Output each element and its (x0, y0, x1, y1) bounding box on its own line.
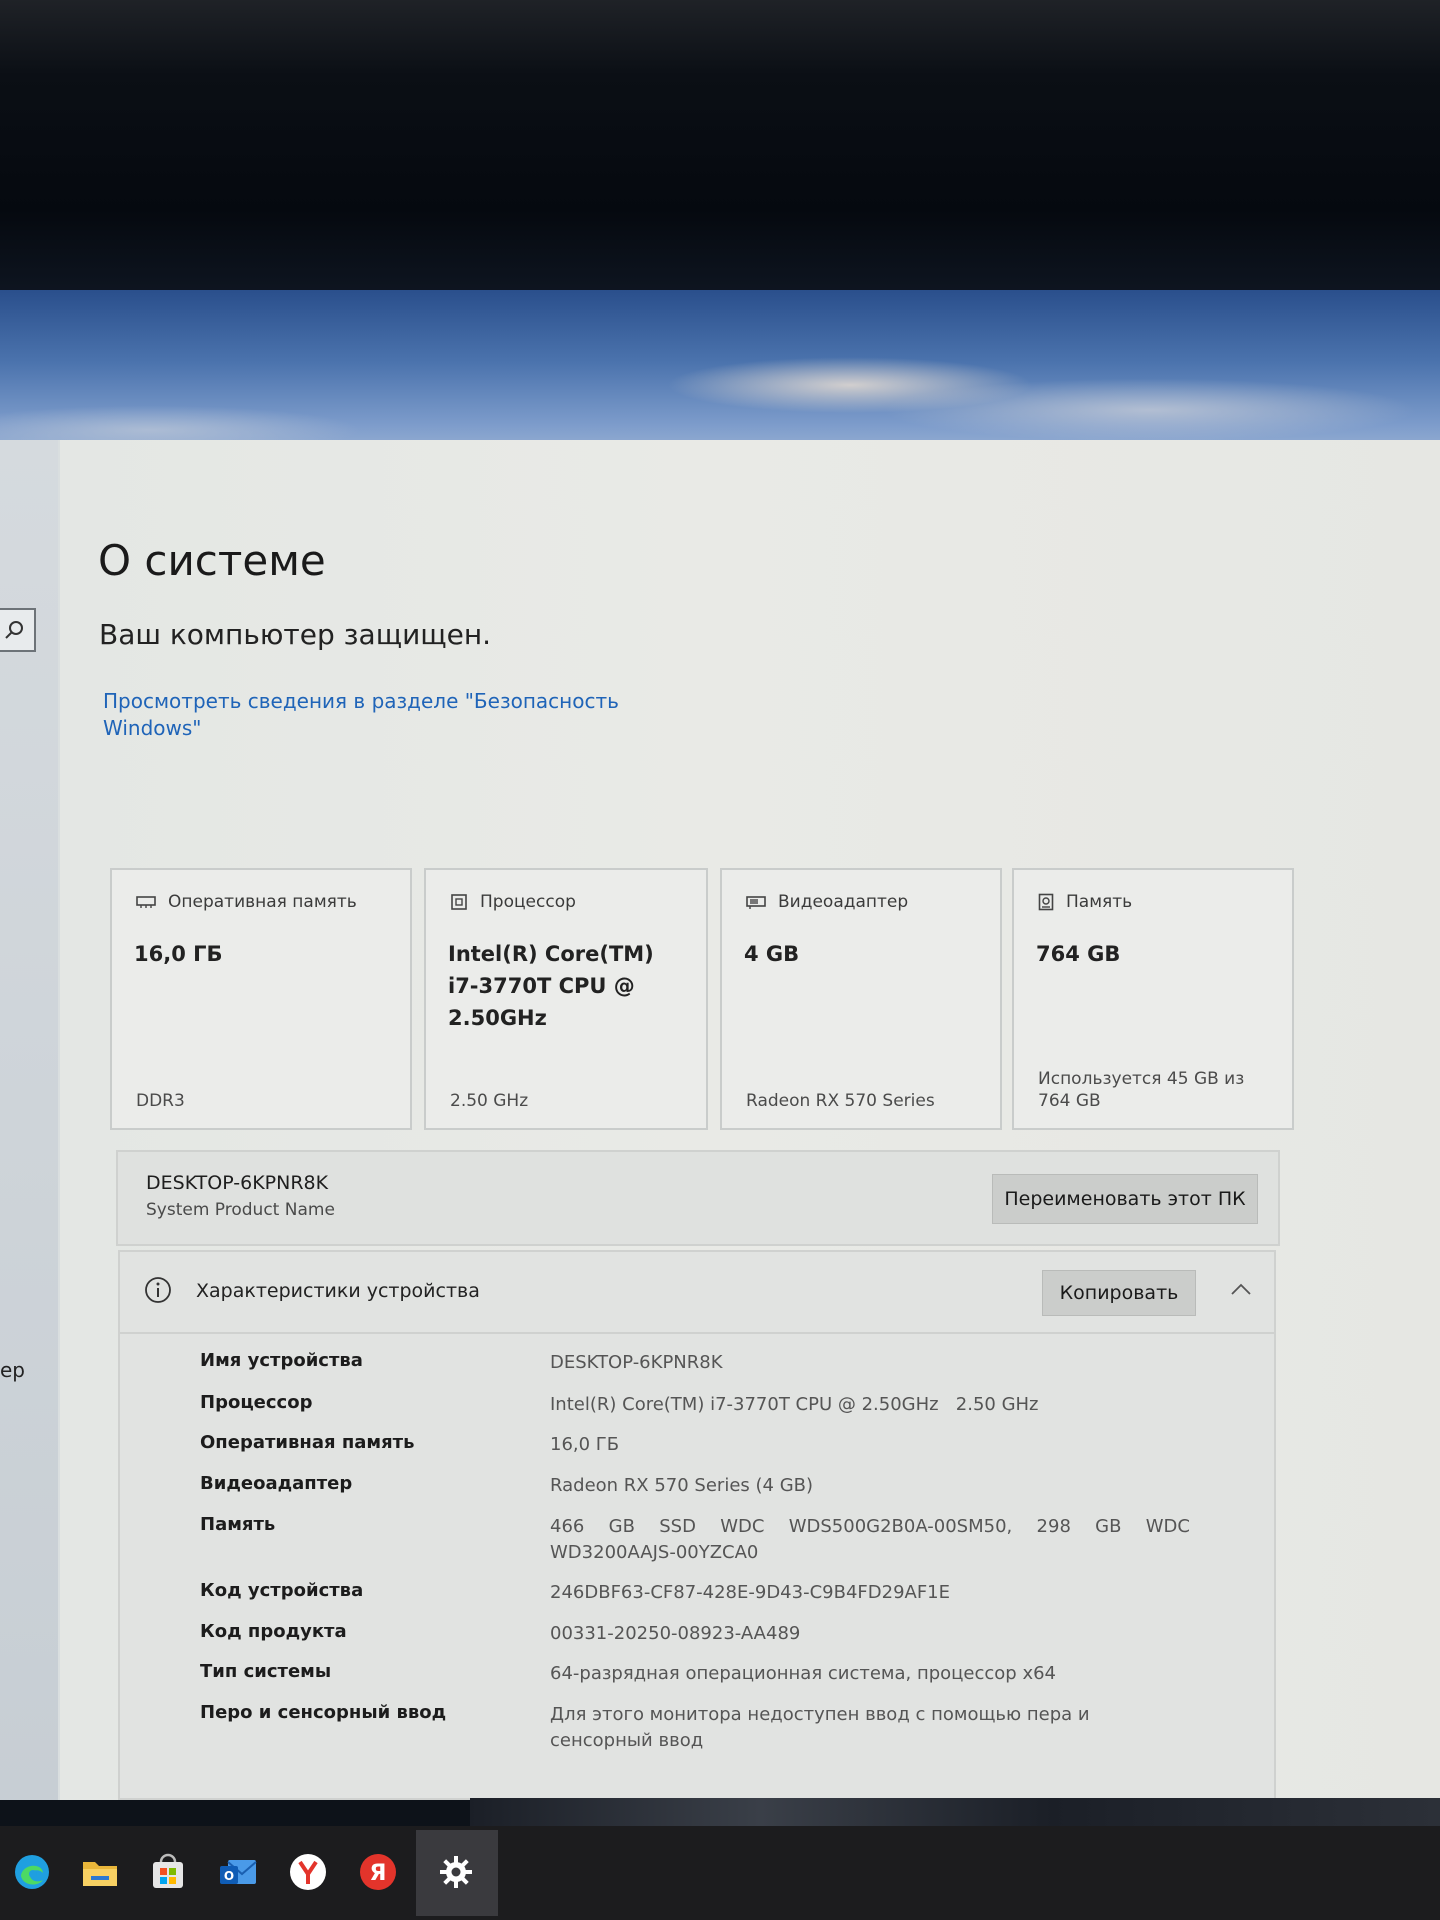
cpu-card: Процессор Intel(R) Core(TM) i7-3770T CPU… (424, 868, 708, 1130)
monitor-bezel (0, 0, 1440, 300)
mail-icon[interactable]: O (214, 1848, 262, 1896)
ram-icon (136, 896, 156, 908)
rename-pc-button[interactable]: Переименовать этот ПК (992, 1174, 1258, 1224)
spec-label: Имя устройства (200, 1350, 363, 1371)
gpu-card: Видеоадаптер 4 GB Radeon RX 570 Series (720, 868, 1002, 1130)
cpu-icon (451, 894, 467, 910)
cpu-card-value: Intel(R) Core(TM) i7-3770T CPU @ 2.50GHz (448, 942, 654, 1030)
spec-value: 466 GB SSD WDC WDS500G2B0A-00SM50, 298 G… (550, 1516, 1190, 1563)
device-specs-header[interactable]: Характеристики устройства Копировать (120, 1252, 1274, 1334)
device-specs-title: Характеристики устройства (196, 1280, 480, 1302)
cpu-card-label: Процессор (480, 892, 576, 912)
storage-card: Память 764 GB Используется 45 GB из 764 … (1012, 868, 1294, 1130)
storage-card-value: 764 GB (1036, 942, 1121, 966)
spec-label: Тип системы (200, 1661, 332, 1682)
spec-label: Перо и сенсорный ввод (200, 1702, 447, 1723)
spec-label: Видеоадаптер (200, 1473, 353, 1494)
spec-label: Код продукта (200, 1621, 347, 1642)
settings-gear-icon[interactable] (432, 1848, 480, 1896)
device-specs-panel: Характеристики устройства Копировать Имя… (118, 1250, 1276, 1800)
spec-label: Процессор (200, 1392, 313, 1413)
spec-value: 246DBF63-CF87-428E-9D43-C9B4FD29AF1E (550, 1582, 951, 1603)
svg-text:Я: Я (370, 1861, 387, 1886)
spec-label: Память (200, 1514, 276, 1535)
svg-text:O: O (224, 1869, 234, 1883)
ram-card-type: DDR3 (136, 1091, 185, 1111)
device-model: System Product Name (146, 1200, 335, 1220)
spec-value: Для этого монитора недоступен ввод с пом… (550, 1704, 1090, 1751)
spec-value: Radeon RX 570 Series (4 GB) (550, 1475, 814, 1496)
storage-card-usage: Используется 45 GB из 764 GB (1038, 1069, 1245, 1111)
storage-card-label: Память (1066, 892, 1133, 912)
storage-icon (1038, 893, 1054, 911)
settings-nav-pane: ер (0, 440, 58, 1800)
page-title: О системе (98, 536, 326, 585)
spec-value: DESKTOP-6KPNR8K (550, 1352, 723, 1373)
edge-icon[interactable] (8, 1848, 56, 1896)
yandex-browser-icon[interactable] (284, 1848, 332, 1896)
gpu-card-model: Radeon RX 570 Series (746, 1091, 935, 1111)
spec-value: 16,0 ГБ (550, 1434, 620, 1455)
chevron-up-icon[interactable] (1230, 1282, 1252, 1296)
ram-card-label: Оперативная память (168, 892, 357, 912)
spec-value: 64-разрядная операционная система, проце… (550, 1663, 1057, 1684)
copy-button[interactable]: Копировать (1042, 1270, 1196, 1316)
yandex-icon[interactable]: Я (354, 1848, 402, 1896)
gpu-card-label: Видеоадаптер (778, 892, 909, 912)
gpu-card-value: 4 GB (744, 942, 800, 966)
windows-security-link[interactable]: Просмотреть сведения в разделе "Безопасн… (103, 688, 623, 742)
settings-window: ер О системе Ваш компьютер защищен. Прос… (0, 440, 1440, 1800)
nav-item-label[interactable]: ер (0, 1358, 25, 1382)
search-icon (5, 621, 23, 639)
gpu-icon (746, 896, 766, 909)
spec-value: Intel(R) Core(TM) i7-3770T CPU @ 2.50GHz… (550, 1394, 1039, 1415)
ram-card-value: 16,0 ГБ (134, 942, 223, 966)
info-icon (145, 1277, 171, 1303)
spec-label: Код устройства (200, 1580, 364, 1601)
file-explorer-icon[interactable] (76, 1848, 124, 1896)
ram-card: Оперативная память 16,0 ГБ DDR3 (110, 868, 412, 1130)
spec-value: 00331-20250-08923-AA489 (550, 1623, 801, 1644)
taskbar: O Я (0, 1826, 1440, 1920)
device-name-row: DESKTOP-6KPNR8K System Product Name Пере… (116, 1150, 1280, 1246)
nav-search-box[interactable] (0, 608, 36, 652)
protection-status: Ваш компьютер защищен. (99, 618, 492, 651)
spec-label: Оперативная память (200, 1432, 415, 1453)
device-name: DESKTOP-6KPNR8K (146, 1172, 329, 1194)
store-icon[interactable] (144, 1848, 192, 1896)
cpu-card-speed: 2.50 GHz (450, 1091, 529, 1111)
